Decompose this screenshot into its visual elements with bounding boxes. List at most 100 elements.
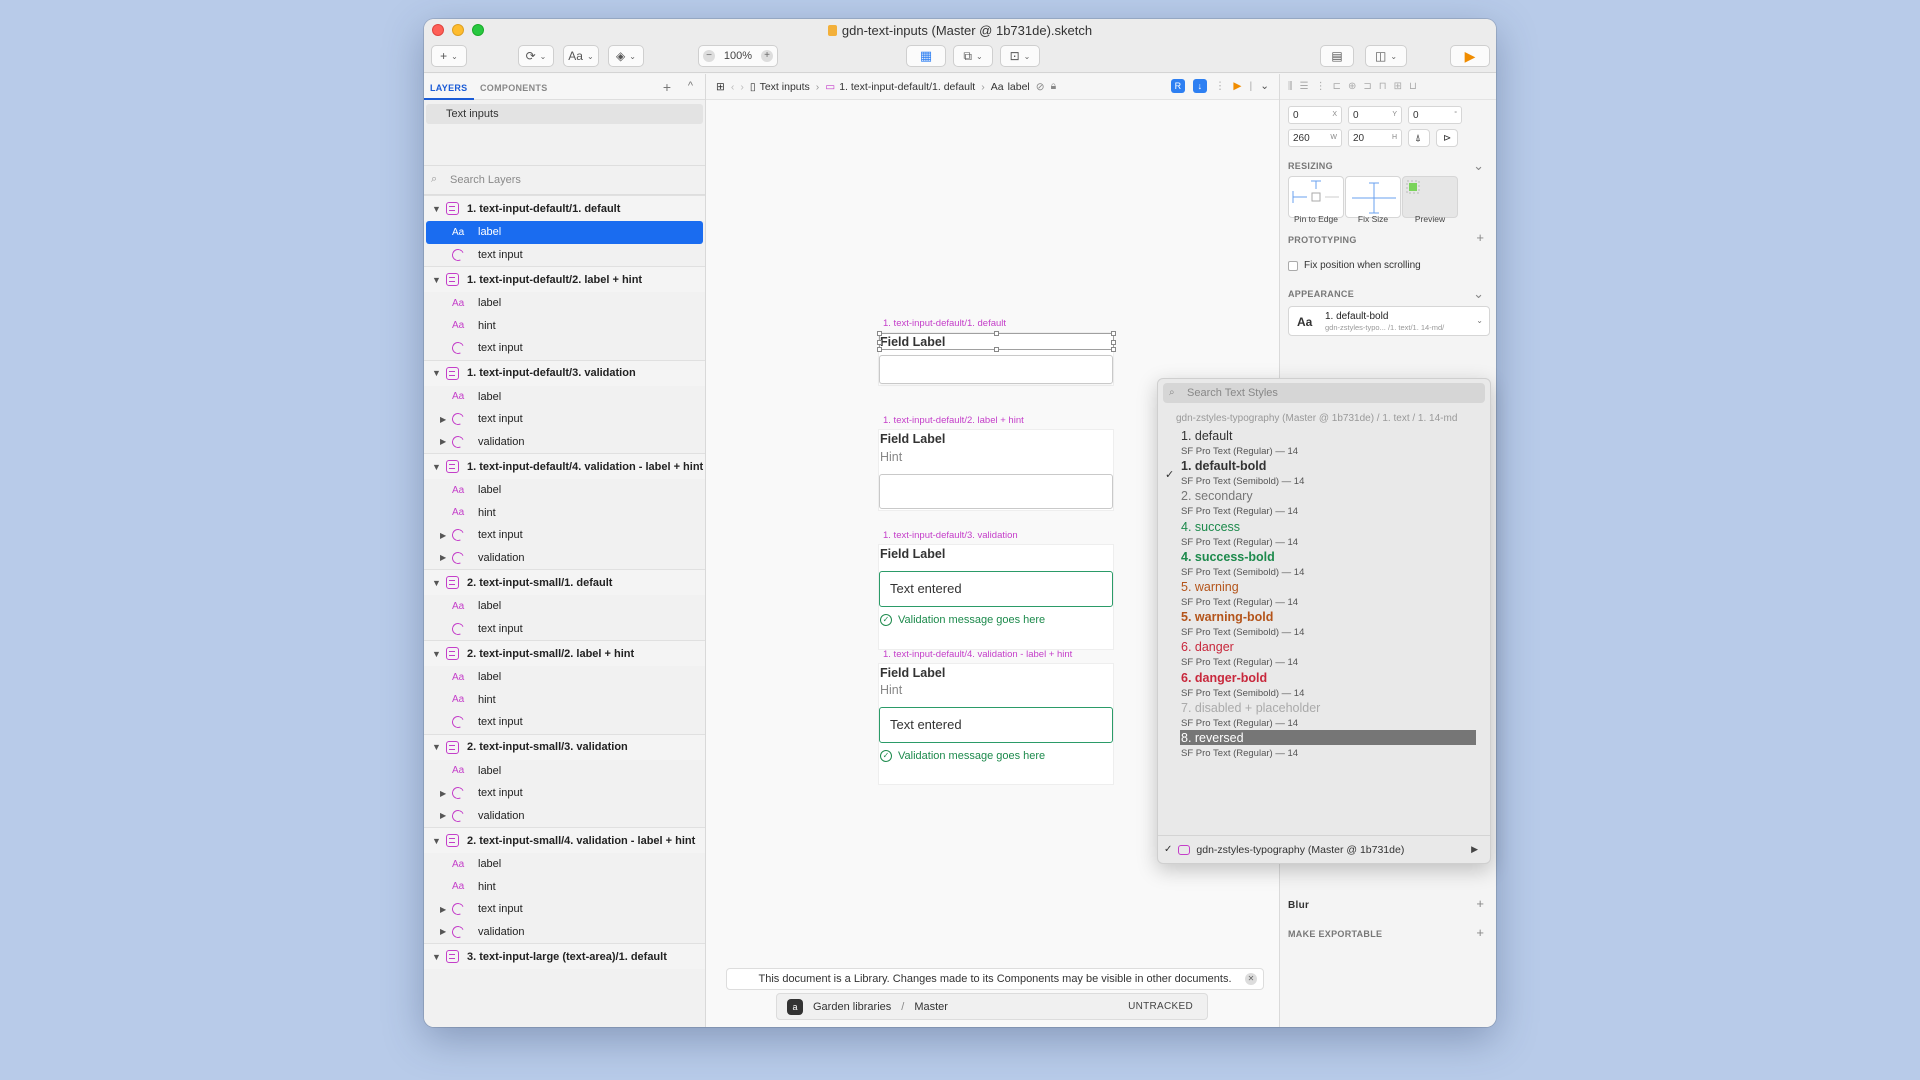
forward-arrow-icon[interactable]: › xyxy=(740,81,744,93)
layer-group[interactable]: ▼ 1. text-input-default/3. validation xyxy=(424,359,705,386)
disclosure-triangle-icon[interactable]: ▶ xyxy=(440,553,452,562)
layer-item[interactable]: ▶ text input xyxy=(424,898,705,921)
field-hint[interactable]: Hint xyxy=(880,450,902,464)
field-hint[interactable]: Hint xyxy=(880,683,902,697)
layer-item[interactable]: Aa label xyxy=(424,853,705,876)
resize-handle[interactable] xyxy=(877,347,882,352)
add-export-button[interactable]: + xyxy=(1476,925,1484,940)
disclosure-triangle-icon[interactable]: ▶ xyxy=(440,811,452,820)
disclosure-triangle-icon[interactable]: ▼ xyxy=(432,462,444,472)
layer-item[interactable]: Aa label xyxy=(424,292,705,315)
layer-item[interactable]: Aa label xyxy=(424,479,705,502)
disclosure-triangle-icon[interactable]: ▶ xyxy=(440,905,452,914)
preview-button[interactable]: ▶ xyxy=(1450,45,1490,67)
layer-item[interactable]: ▶ text input xyxy=(424,782,705,805)
layer-item[interactable]: ▶ validation xyxy=(424,431,705,454)
layer-group[interactable]: ▼ 2. text-input-small/2. label + hint xyxy=(424,640,705,666)
checkbox[interactable] xyxy=(1288,260,1298,271)
distribute-horizontal-icon[interactable]: ⫼ xyxy=(1288,81,1293,92)
flip-button[interactable]: ⊳ xyxy=(1436,129,1458,147)
version-control-bar[interactable]: a Garden libraries / Master UNTRACKED xyxy=(776,993,1208,1020)
layer-item[interactable]: ▶ text input xyxy=(424,524,705,547)
resize-handle[interactable] xyxy=(877,340,882,345)
fix-position-checkbox[interactable]: Fix position when scrolling xyxy=(1288,260,1421,271)
disclosure-triangle-icon[interactable]: ▶ xyxy=(440,437,452,446)
disclosure-triangle-icon[interactable]: ▼ xyxy=(432,578,444,588)
zoom-level[interactable]: 100% xyxy=(724,50,752,62)
lock-ratio-button[interactable]: ⍋ xyxy=(1408,129,1430,147)
layer-item[interactable]: text input xyxy=(424,244,705,267)
insert-button[interactable]: + ⌄ xyxy=(431,45,467,67)
library-selector[interactable]: ✓ gdn-zstyles-typography (Master @ 1b731… xyxy=(1158,835,1490,863)
mask-button[interactable]: ⊡ ⌄ xyxy=(1000,45,1040,67)
arrange-button[interactable]: ⧉ ⌄ xyxy=(953,45,993,67)
layer-group[interactable]: ▼ 3. text-input-large (text-area)/1. defa… xyxy=(424,943,705,969)
breadcrumb-artboard[interactable]: ▭ 1. text-input-default/1. default xyxy=(825,81,975,93)
text-input-field[interactable]: Text entered xyxy=(879,571,1113,607)
disclosure-triangle-icon[interactable]: ▼ xyxy=(432,649,444,659)
download-icon[interactable]: ↓ xyxy=(1192,79,1207,93)
play-icon[interactable]: ▶ xyxy=(1233,80,1241,92)
zoom-in-button[interactable]: + xyxy=(760,50,773,62)
disclosure-triangle-icon[interactable]: ▶ xyxy=(440,531,452,540)
layer-item[interactable]: ▶ validation xyxy=(424,921,705,944)
lock-icon[interactable]: 🔒︎ xyxy=(1051,80,1057,93)
field-label[interactable]: Field Label xyxy=(880,547,945,561)
y-field[interactable]: 0Y xyxy=(1348,106,1402,124)
resize-handle[interactable] xyxy=(1111,347,1116,352)
layer-item[interactable]: Aa label xyxy=(426,221,703,244)
layer-item[interactable]: ▶ validation xyxy=(424,805,705,828)
artboard-label-hint[interactable]: Field Label Hint xyxy=(879,430,1113,510)
page-item-text-inputs[interactable]: Text inputs xyxy=(426,104,703,124)
field-label[interactable]: Field Label xyxy=(880,432,945,446)
resize-handle[interactable] xyxy=(1111,340,1116,345)
align-center-icon[interactable]: ⊕ xyxy=(1348,81,1356,92)
layer-group[interactable]: ▼ 2. text-input-small/1. default xyxy=(424,569,705,595)
disclosure-triangle-icon[interactable]: ▼ xyxy=(432,742,444,752)
artboard-title[interactable]: 1. text-input-default/4. validation - la… xyxy=(883,649,1072,660)
artboard-title[interactable]: 1. text-input-default/1. default xyxy=(883,318,1006,329)
layer-item[interactable]: ▶ text input xyxy=(424,408,705,431)
align-right-icon[interactable]: ⊐ xyxy=(1363,81,1371,92)
symbol-menu-button[interactable]: ⟳ ⌄ xyxy=(518,45,554,67)
align-left-icon[interactable]: ⊏ xyxy=(1333,81,1341,92)
disclosure-triangle-icon[interactable]: ▶ xyxy=(440,789,452,798)
layer-item[interactable]: Aa label xyxy=(424,595,705,618)
vcs-repo[interactable]: Garden libraries xyxy=(813,1001,891,1013)
disclosure-triangle-icon[interactable]: ▼ xyxy=(432,952,444,962)
distribute-vertical-icon[interactable]: ☰ xyxy=(1300,81,1309,92)
layer-item[interactable]: Aa label xyxy=(424,760,705,783)
layer-item[interactable]: text input xyxy=(424,711,705,734)
layer-group[interactable]: ▼ 1. text-input-default/4. validation - l… xyxy=(424,453,705,479)
inspector-toggle-button[interactable]: ▤ xyxy=(1320,45,1354,67)
align-bottom-icon[interactable]: ⊔ xyxy=(1409,81,1417,92)
disclosure-triangle-icon[interactable]: ▼ xyxy=(432,204,444,214)
align-top-icon[interactable]: ⊓ xyxy=(1379,81,1387,92)
rotation-field[interactable]: 0 ° xyxy=(1408,106,1462,124)
disclosure-triangle-icon[interactable]: ▼ xyxy=(432,836,444,846)
layer-group[interactable]: ▼ 2. text-input-small/3. validation xyxy=(424,733,705,760)
collapse-pages-button[interactable]: ^ xyxy=(688,80,693,92)
artboard-validation-label-hint[interactable]: Field Label Hint Text entered ✓ Validatio… xyxy=(879,664,1113,784)
vcs-branch[interactable]: Master xyxy=(914,1001,948,1013)
layer-item[interactable]: text input xyxy=(424,337,705,360)
layer-item[interactable]: Aa label xyxy=(424,386,705,409)
close-icon[interactable]: ✕ xyxy=(1245,973,1257,985)
add-blur-button[interactable]: + xyxy=(1476,896,1484,911)
text-input-field[interactable] xyxy=(879,355,1113,384)
layer-item[interactable]: Aa hint xyxy=(424,689,705,712)
resize-handle[interactable] xyxy=(1111,331,1116,336)
text-style-selector[interactable]: Aa 1. default-bold gdn-zstyles-typo... /… xyxy=(1288,306,1490,336)
text-style-search[interactable]: ⌕ Search Text Styles xyxy=(1163,383,1485,403)
breadcrumb-layer[interactable]: Aa label xyxy=(991,81,1030,93)
disclosure-triangle-icon[interactable]: ▼ xyxy=(432,275,444,285)
layer-group[interactable]: ▼ 2. text-input-small/4. validation - lab… xyxy=(424,827,705,853)
tab-layers[interactable]: LAYERS xyxy=(430,83,467,93)
layer-styles-button[interactable]: ◈ ⌄ xyxy=(608,45,644,67)
width-field[interactable]: 260 W xyxy=(1288,129,1342,147)
layer-item[interactable]: Aa hint xyxy=(424,502,705,525)
fix-size-control[interactable] xyxy=(1345,176,1401,218)
disclosure-triangle-icon[interactable]: ▼ xyxy=(432,368,444,378)
pin-to-edge-control[interactable] xyxy=(1288,176,1344,218)
disclosure-triangle-icon[interactable]: ▶ xyxy=(440,415,452,424)
